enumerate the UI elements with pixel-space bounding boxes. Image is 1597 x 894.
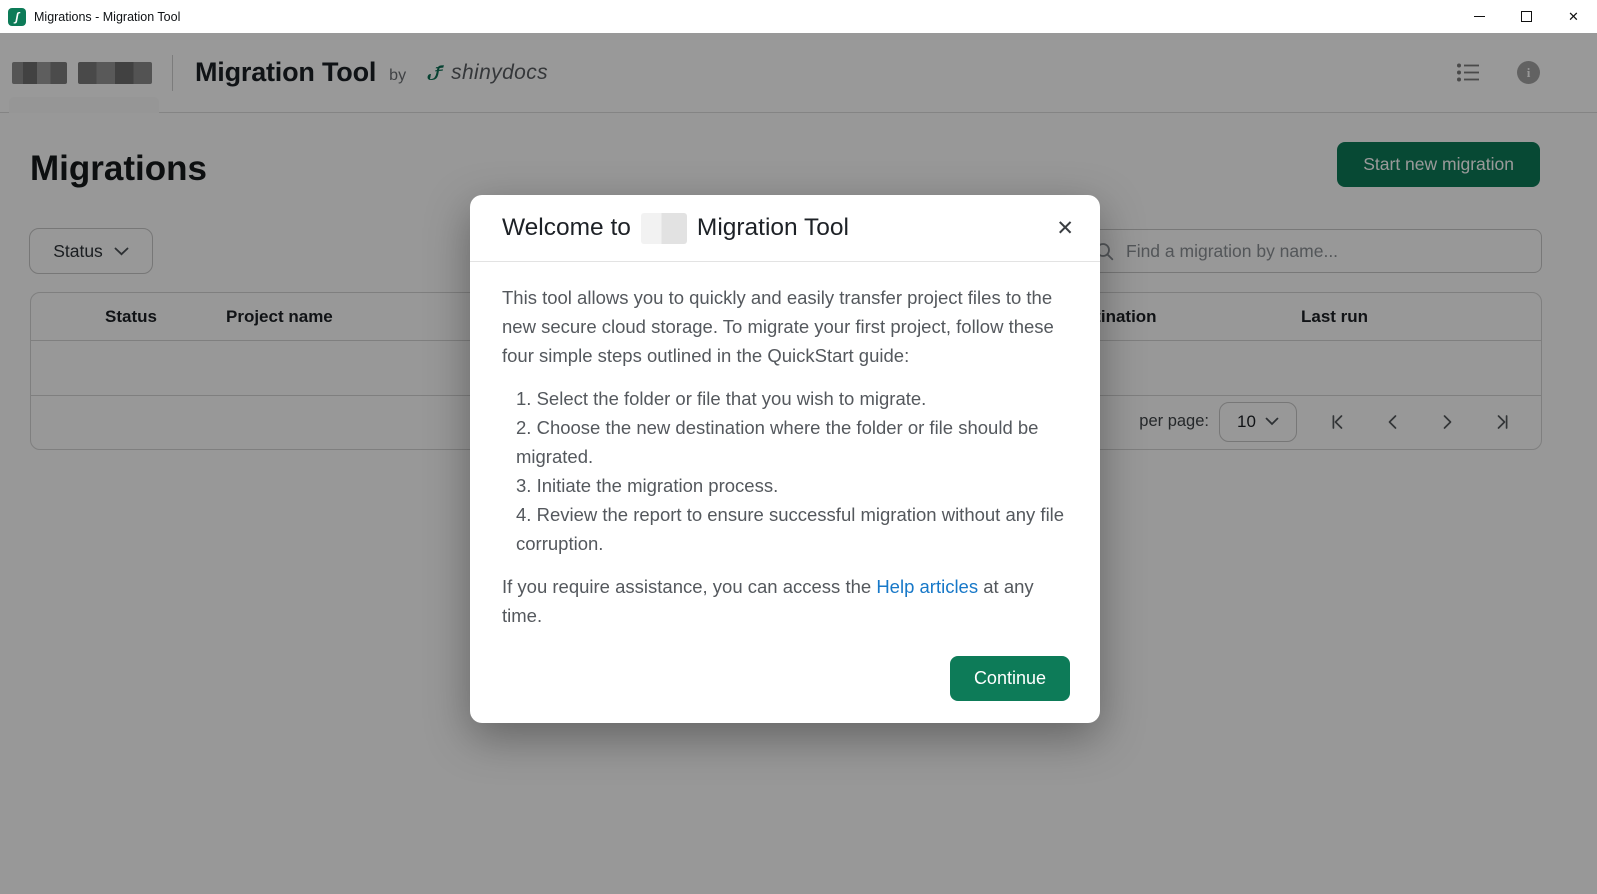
quickstart-step: Choose the new destination where the fol… [516,413,1068,471]
app-area: Migration Tool by shinydocs i Migrati [0,33,1597,894]
quickstart-step: Review the report to ensure successful m… [516,500,1068,558]
modal-title: Welcome to Migration Tool [502,213,849,244]
maximize-icon [1521,11,1532,22]
modal-intro-paragraph: This tool allows you to quickly and easi… [502,283,1068,370]
continue-button[interactable]: Continue [950,656,1070,701]
quickstart-steps-list: Select the folder or file that you wish … [502,384,1068,558]
close-icon: ✕ [1056,217,1074,240]
minimize-button[interactable] [1456,0,1503,33]
modal-title-before: Welcome to [502,214,631,242]
modal-header: Welcome to Migration Tool ✕ [470,195,1100,262]
modal-close-button[interactable]: ✕ [1052,214,1078,243]
window-title: Migrations - Migration Tool [34,10,180,24]
welcome-modal: Welcome to Migration Tool ✕ This tool al… [470,195,1100,723]
maximize-button[interactable] [1503,0,1550,33]
minimize-icon [1474,16,1485,17]
close-icon: ✕ [1568,10,1579,23]
window-controls: ✕ [1456,0,1597,33]
app-logo-icon: ʃ [8,8,26,26]
redacted-brand-block [641,213,687,244]
assist-text-before: If you require assistance, you can acces… [502,576,876,597]
titlebar: ʃ Migrations - Migration Tool ✕ [0,0,1597,33]
close-window-button[interactable]: ✕ [1550,0,1597,33]
modal-body: This tool allows you to quickly and easi… [470,262,1100,630]
modal-assist-paragraph: If you require assistance, you can acces… [502,572,1068,630]
help-articles-link[interactable]: Help articles [876,576,978,597]
quickstart-step: Initiate the migration process. [516,471,1068,500]
quickstart-step: Select the folder or file that you wish … [516,384,1068,413]
modal-title-after: Migration Tool [697,214,849,242]
